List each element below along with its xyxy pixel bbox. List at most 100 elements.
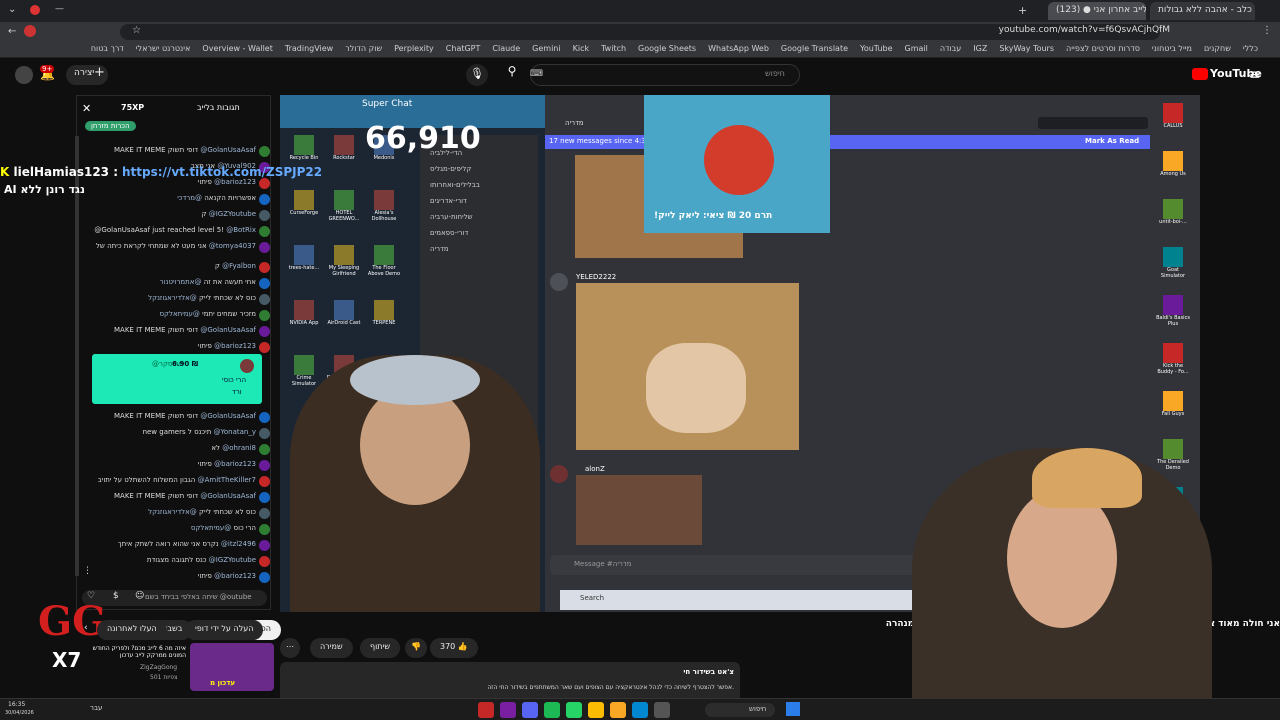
chat-username[interactable]: @IGZYoutube (209, 210, 256, 218)
app-icon[interactable] (632, 702, 648, 718)
avatar[interactable] (259, 326, 270, 337)
avatar[interactable] (259, 278, 270, 289)
chat-username[interactable]: @GolanUsaAsaf (200, 326, 256, 334)
bookmark-item[interactable]: אינטרנט ישראלי (136, 44, 191, 53)
bookmark-item[interactable]: Kick (573, 44, 590, 53)
taskbar-search[interactable]: חיפוש (705, 703, 775, 717)
rec-title[interactable]: איזה מה 6 לייב מכם? ולפריק החודש המונים … (84, 645, 186, 659)
bookmark-item[interactable]: TradingView (285, 44, 333, 53)
chat-username[interactable]: @barioz123 (214, 342, 256, 350)
avatar[interactable] (259, 262, 270, 273)
desktop-icon[interactable]: NVIDIA App (285, 300, 323, 326)
spotify-icon[interactable] (544, 702, 560, 718)
tab-search-icon[interactable]: ⌄ (8, 4, 16, 15)
bookmark-item[interactable]: IGZ (973, 44, 987, 53)
app-icon[interactable] (478, 702, 494, 718)
bookmark-item[interactable]: שוק הדולר (345, 44, 382, 53)
channel-item[interactable]: קליפים-מגליס (430, 165, 471, 173)
desktop-icon[interactable]: trees-hate... (285, 245, 323, 271)
browser-tab[interactable]: בני קקון עם כלב - אהבה ללא גבולות (1150, 2, 1255, 20)
new-messages-banner[interactable]: 17 new messages since 4:30 PM Mark As Re… (545, 135, 1150, 149)
avatar[interactable] (15, 66, 33, 84)
channel-item[interactable]: מדריה (430, 245, 449, 253)
search-button[interactable]: ⚲ (500, 64, 524, 86)
superchat-card[interactable]: @פתיסקר 6.90 ₪ הרי כוסי ורד (92, 354, 262, 404)
bookmark-item[interactable]: Claude (492, 44, 520, 53)
channel-item[interactable]: דורי-אדריגים (430, 197, 467, 205)
avatar[interactable] (259, 342, 270, 353)
new-tab-icon[interactable]: + (1018, 4, 1027, 17)
desktop-icon[interactable]: untit-boi-... (1155, 199, 1191, 225)
dislike-button[interactable]: 👎 (405, 638, 427, 658)
windows-start-icon[interactable] (786, 702, 800, 716)
folder-icon[interactable] (610, 702, 626, 718)
avatar[interactable] (259, 226, 270, 237)
channel-item[interactable]: בבלילים-ואחרותו (430, 181, 480, 189)
desktop-icon[interactable]: HOTEL GREENWO... (325, 190, 363, 222)
bookmark-item[interactable]: דרך בטוח (91, 44, 124, 53)
desktop-icon[interactable]: TERPENE (365, 300, 403, 326)
bookmark-item[interactable]: Google Translate (781, 44, 848, 53)
bookmark-item[interactable]: WhatsApp Web (708, 44, 769, 53)
discord-icon[interactable] (522, 702, 538, 718)
chevron-left-icon[interactable]: ‹ (84, 623, 88, 633)
taskbar-lang[interactable]: עבר (90, 704, 102, 712)
desktop-icon[interactable]: Crime Simulator (285, 355, 323, 387)
more-actions-button[interactable]: ⋯ (280, 638, 300, 658)
chat-username[interactable]: @barioz123 (214, 178, 256, 186)
rec-channel[interactable]: ZigZagGong (140, 664, 177, 671)
more-options-icon[interactable]: ⋮ (83, 566, 92, 576)
chat-username[interactable]: @אלדיראגוזנקל (148, 508, 197, 516)
bookmark-item[interactable]: עבודה (940, 44, 961, 53)
bookmark-item[interactable]: Gmail (905, 44, 928, 53)
bookmark-item[interactable]: Google Sheets (638, 44, 696, 53)
avatar[interactable] (259, 572, 270, 583)
desktop-icon[interactable]: Kick the Buddy - Fo... (1155, 343, 1191, 375)
chat-username[interactable]: @ohrani8 (222, 444, 256, 452)
youtube-logo-icon[interactable] (1192, 68, 1208, 80)
avatar[interactable] (259, 492, 270, 503)
desktop-icon[interactable]: Baldi's Basics Plus (1155, 295, 1191, 327)
desktop-icon[interactable]: Rockstar (325, 135, 363, 161)
avatar[interactable] (259, 294, 270, 305)
chat-username[interactable]: @IGZYoutube (209, 556, 256, 564)
avatar[interactable] (259, 540, 270, 551)
channel-item[interactable]: דורי-ספאמים (430, 229, 468, 237)
share-button[interactable]: שיתוף (360, 638, 401, 658)
bookmark-item[interactable]: מייל ביטחוני (1152, 44, 1192, 53)
bookmark-item[interactable]: Overview - Wallet (202, 44, 272, 53)
chat-username[interactable]: @מרדכי (177, 194, 202, 202)
minimize-icon[interactable]: — (55, 4, 64, 14)
avatar[interactable] (259, 476, 270, 487)
chat-username[interactable]: @עמיתאלקס (191, 524, 231, 532)
chat-scrollbar[interactable] (75, 136, 79, 576)
avatar[interactable] (259, 460, 270, 471)
desktop-icon[interactable]: Recycle Bin (285, 135, 323, 161)
menu-icon[interactable]: ⋮ (1262, 25, 1272, 36)
avatar[interactable] (259, 242, 270, 253)
chat-username[interactable]: @itzl2496 (221, 540, 256, 548)
chat-username[interactable]: @אלדיראגוזנקל (148, 294, 197, 302)
bookmark-item[interactable]: שחקנים (1204, 44, 1231, 53)
back-icon[interactable]: ← (8, 26, 16, 37)
avatar[interactable] (259, 556, 270, 567)
desktop-icon[interactable]: AirDroid Cast (325, 300, 363, 326)
discord-search[interactable] (1038, 117, 1148, 129)
bookmark-item[interactable]: SkyWay Tours (999, 44, 1054, 53)
chat-username[interactable]: @Fyalbon (222, 262, 256, 270)
avatar[interactable] (259, 194, 270, 205)
desktop-icon[interactable]: Goat Simulator (1155, 247, 1191, 279)
desktop-icon[interactable]: Fall Guys (1155, 391, 1191, 417)
whatsapp-icon[interactable] (566, 702, 582, 718)
bookmark-item[interactable]: Gemini (532, 44, 560, 53)
avatar[interactable] (259, 310, 270, 321)
star-icon[interactable]: ☆ (132, 25, 141, 36)
avatar[interactable] (259, 210, 270, 221)
app-icon[interactable] (500, 702, 516, 718)
chat-username[interactable]: @BotRix (226, 226, 256, 234)
avatar[interactable] (259, 444, 270, 455)
avatar[interactable] (259, 178, 270, 189)
like-button[interactable]: 370 👍 (430, 638, 478, 658)
chat-username[interactable]: @Yonatan_y (214, 428, 256, 436)
filter-uploader[interactable]: העלה על ידי דופי (185, 620, 264, 640)
